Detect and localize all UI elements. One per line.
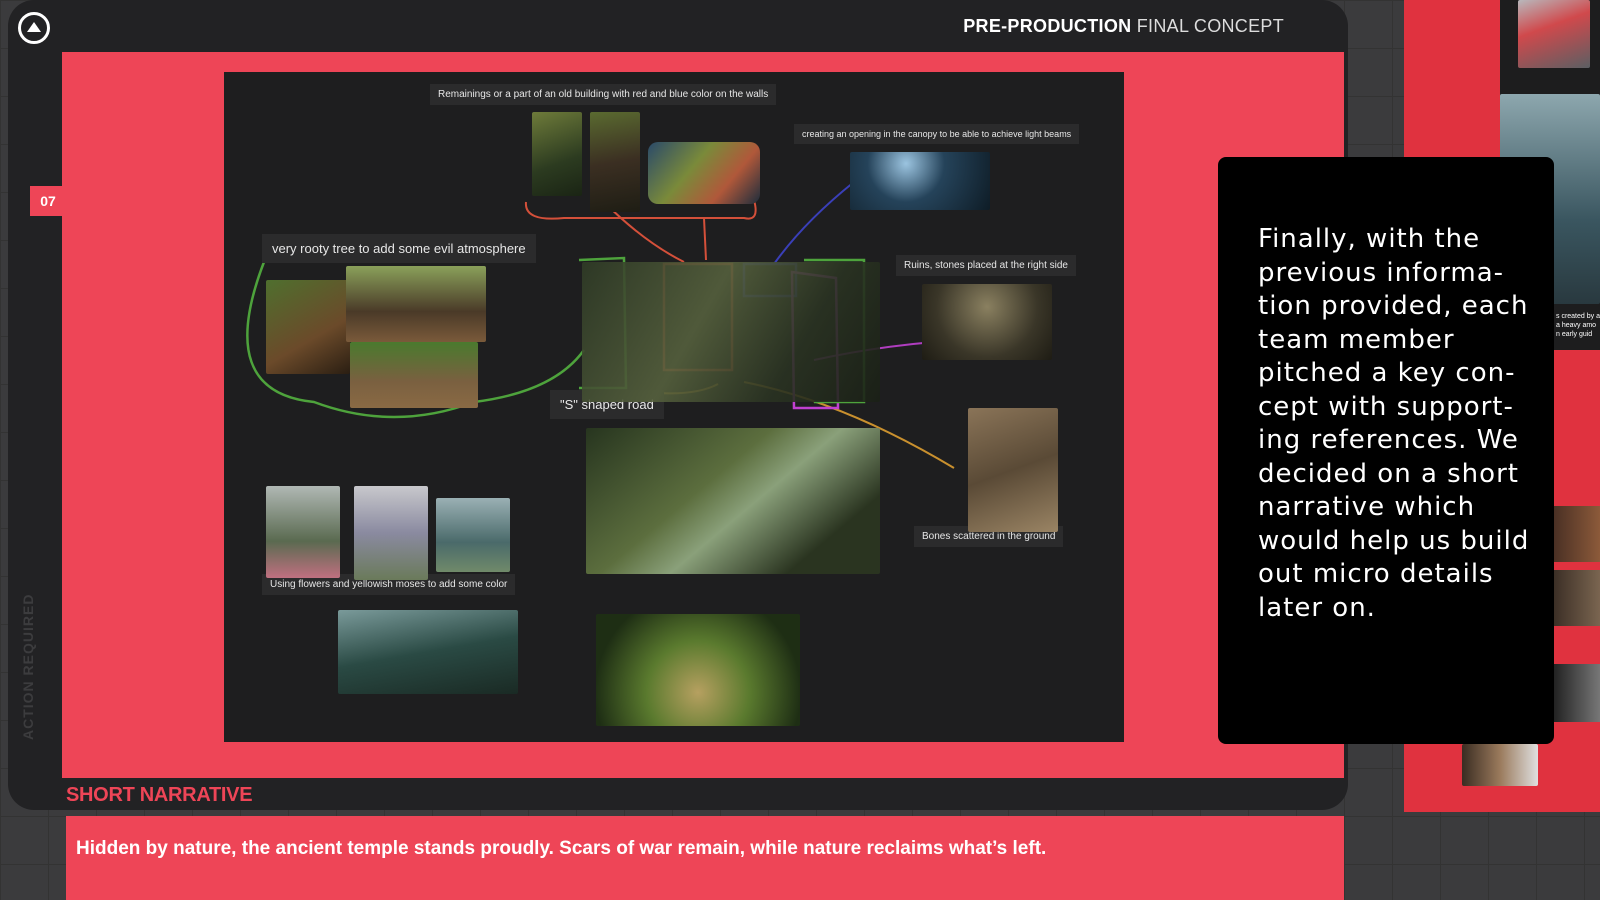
light-beam-forest-image [850,152,990,210]
jungle-road-image [596,614,800,726]
rooty-tree-image-1 [266,280,350,374]
final-concept-render-image [586,428,880,574]
page-number-badge: 07 [30,186,66,216]
floating-island-image [648,142,760,204]
section-title-light: FINAL CONCEPT [1136,16,1284,36]
vertical-label: ACTION REQUIRED [20,593,36,740]
rooty-tree-image-2 [346,266,486,342]
side-image-4 [1462,744,1538,786]
section-title-bold: PRE-PRODUCTION [963,16,1132,36]
main-concept-sketch-image [582,262,880,402]
side-image-3 [1554,664,1600,722]
ruins-stones-image [922,284,1052,360]
narrative-title: SHORT NARRATIVE [66,784,253,806]
callout-text: Finally, with the previous informa-tion … [1258,224,1530,623]
moodboard: Remainings or a part of an old building … [224,72,1124,742]
ruined-temple-jungle-image [532,112,582,196]
page-header: PRE-PRODUCTION FINAL CONCEPT [963,16,1284,37]
mushroom-thumbnail-image [1518,0,1590,68]
logo-icon[interactable] [18,12,50,44]
bones-ground-image [968,408,1058,532]
flowers-fog-image-3 [436,498,510,572]
caption-ruins: Ruins, stones placed at the right side [896,255,1076,276]
side-image-1 [1554,506,1600,562]
side-image-2 [1554,570,1600,626]
description-callout: Finally, with the previous informa-tion … [1218,157,1554,744]
mossy-building-image [590,112,640,212]
flowers-fog-image-2 [354,486,428,580]
flowers-fog-image-1 [266,486,340,578]
caption-canopy: creating an opening in the canopy to be … [794,124,1080,144]
rooty-tree-image-3 [350,342,478,408]
narrative-text: Hidden by nature, the ancient temple sta… [76,838,1047,859]
side-snippet-text: s created by a a heavy amo n early guid [1556,313,1600,338]
caption-building: Remainings or a part of an old building … [430,84,777,105]
abandoned-church-image [338,610,518,694]
caption-tree: very rooty tree to add some evil atmosph… [262,234,536,263]
